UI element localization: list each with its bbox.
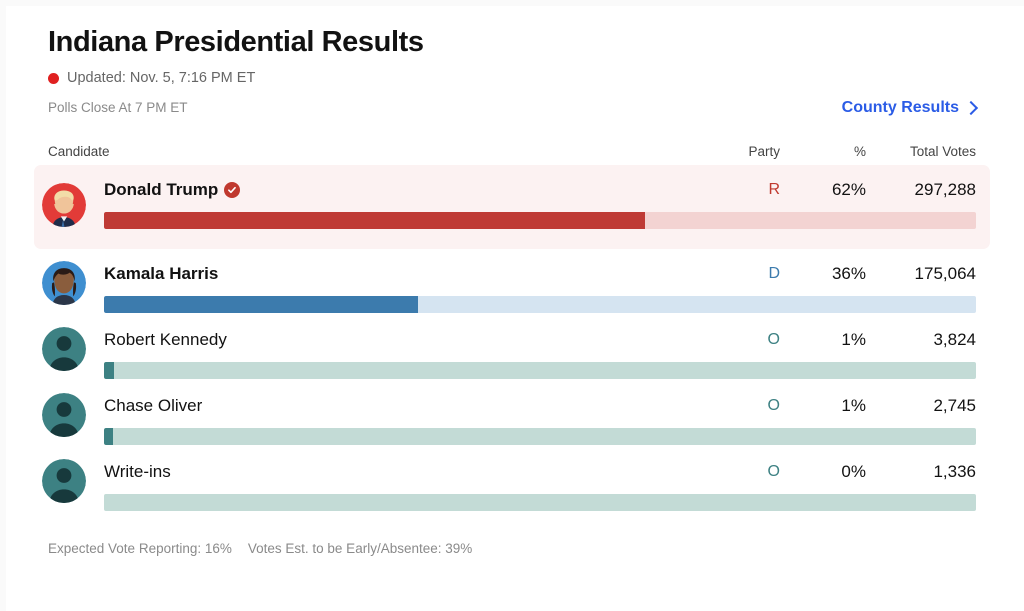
percent-value: 0% — [841, 462, 866, 481]
avatar — [42, 327, 86, 371]
total-votes-value: 1,336 — [933, 462, 976, 481]
candidate-name-cell: Donald Trump — [48, 179, 694, 201]
polls-row: Polls Close At 7 PM ET County Results — [48, 97, 979, 119]
party-label: R — [768, 181, 780, 198]
results-table: Candidate Party % Total Votes Donald Tru… — [34, 133, 990, 513]
table-row[interactable]: Chase Oliver O 1% 2,745 — [34, 381, 990, 447]
row-top: Kamala Harris D 36% 175,064 — [48, 263, 976, 285]
percent-value: 1% — [841, 330, 866, 349]
candidate-name: Write-ins — [104, 462, 171, 481]
row-top: Write-ins O 0% 1,336 — [48, 461, 976, 483]
winner-check-icon — [224, 182, 241, 198]
table-body: Donald Trump R 62% 297,288 Kamala Harris D 36%… — [34, 165, 990, 513]
candidate-name-cell: Kamala Harris — [48, 263, 694, 285]
candidate-name: Kamala Harris — [104, 264, 219, 283]
row-top: Robert Kennedy O 1% 3,824 — [48, 329, 976, 351]
page-title: Indiana Presidential Results — [48, 26, 424, 58]
total-votes-value: 3,824 — [933, 330, 976, 349]
vote-share-bar-fill — [104, 362, 114, 379]
polls-close-text: Polls Close At 7 PM ET — [48, 100, 188, 115]
table-header-row: Candidate Party % Total Votes — [48, 133, 976, 165]
vote-share-bar-fill — [104, 212, 645, 229]
results-card: Indiana Presidential Results Updated: No… — [0, 0, 1024, 556]
vote-share-bar-fill — [104, 428, 113, 445]
column-header-party: Party — [748, 144, 780, 159]
vote-share-bar-track — [104, 428, 976, 445]
updated-status: Updated: Nov. 5, 7:16 PM ET — [48, 69, 976, 87]
percent-value: 62% — [831, 180, 866, 199]
candidate-name-cell: Write-ins — [48, 461, 694, 483]
candidate-name-cell: Robert Kennedy — [48, 329, 694, 351]
party-label: O — [767, 397, 780, 414]
vote-share-bar-fill — [104, 296, 418, 313]
table-row[interactable]: Donald Trump R 62% 297,288 — [34, 165, 990, 249]
column-header-candidate: Candidate — [48, 144, 110, 159]
candidate-name: Chase Oliver — [104, 396, 203, 415]
candidate-name: Donald Trump — [104, 180, 219, 199]
total-votes-value: 297,288 — [914, 180, 976, 199]
total-votes-value: 175,064 — [914, 264, 976, 283]
vote-share-bar-track — [104, 494, 976, 511]
percent-value: 1% — [841, 396, 866, 415]
row-top: Donald Trump R 62% 297,288 — [48, 179, 976, 201]
table-row[interactable]: Write-ins O 0% 1,336 — [34, 447, 990, 513]
candidate-name: Robert Kennedy — [104, 330, 227, 349]
percent-value: 36% — [831, 264, 866, 283]
results-footer: Expected Vote Reporting: 16% Votes Est. … — [48, 541, 976, 556]
candidate-name-cell: Chase Oliver — [48, 395, 694, 417]
party-label: O — [767, 331, 780, 348]
total-votes-value: 2,745 — [933, 396, 976, 415]
avatar — [42, 261, 86, 305]
vote-share-bar-track — [104, 362, 976, 379]
county-results-link[interactable]: County Results — [841, 98, 979, 118]
chevron-right-icon — [963, 100, 979, 115]
early-absentee-estimate: Votes Est. to be Early/Absentee: 39% — [247, 541, 473, 556]
vote-share-bar-track — [104, 296, 976, 313]
column-header-total-votes: Total Votes — [909, 144, 976, 159]
election-results-page: Indiana Presidential Results Updated: No… — [0, 0, 1024, 611]
county-results-label: County Results — [841, 99, 959, 116]
table-row[interactable]: Robert Kennedy O 1% 3,824 — [34, 315, 990, 381]
party-label: O — [767, 463, 780, 480]
updated-timestamp: Updated: Nov. 5, 7:16 PM ET — [67, 70, 256, 86]
vote-share-bar-track — [104, 212, 976, 229]
row-top: Chase Oliver O 1% 2,745 — [48, 395, 976, 417]
avatar — [42, 459, 86, 503]
avatar — [42, 183, 86, 227]
live-indicator-icon — [48, 72, 59, 84]
avatar — [42, 393, 86, 437]
party-label: D — [768, 265, 780, 282]
expected-vote-reporting: Expected Vote Reporting: 16% — [48, 541, 232, 556]
column-header-percent: % — [853, 144, 866, 159]
table-row[interactable]: Kamala Harris D 36% 175,064 — [34, 249, 990, 315]
